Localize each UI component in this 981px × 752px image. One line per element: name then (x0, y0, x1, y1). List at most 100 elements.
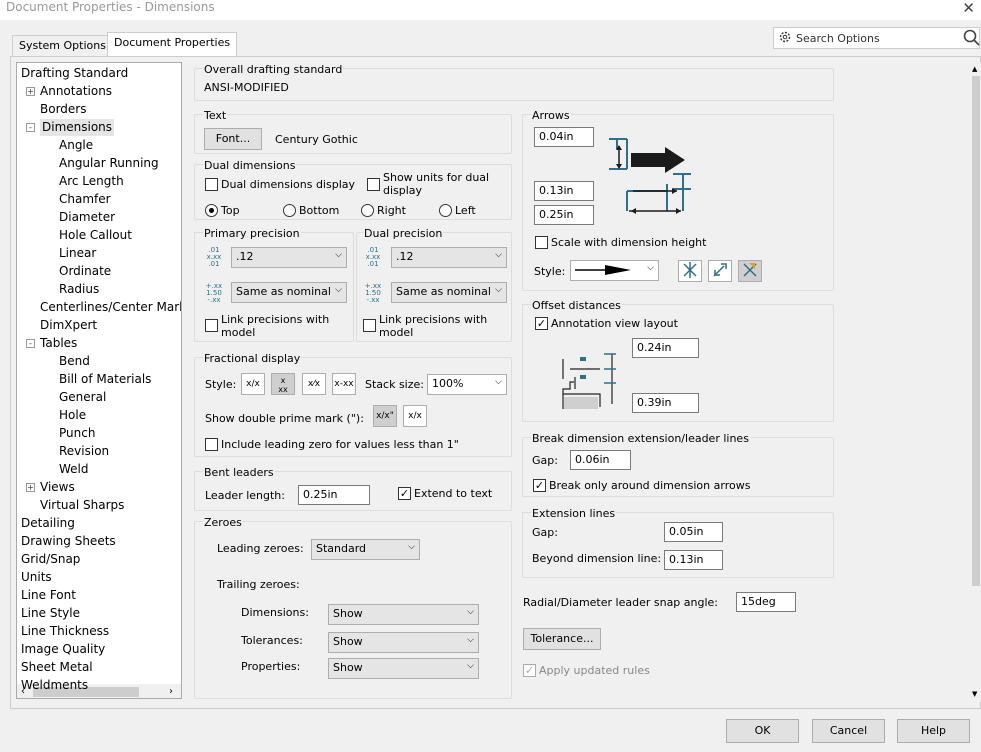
fraction-style-dash-icon[interactable]: x-xx (332, 373, 356, 395)
ok-button[interactable]: OK (726, 719, 799, 743)
cancel-button[interactable]: Cancel (812, 719, 885, 743)
tree-item[interactable]: Drafting Standard (21, 65, 128, 82)
annotation-view-layout-checkbox[interactable]: ✓ (535, 317, 548, 330)
stack-size-select[interactable]: 100% ⌵ (427, 374, 507, 395)
tree-item[interactable]: Radius (59, 281, 99, 298)
fraction-style-inline-icon[interactable]: x/x (241, 373, 265, 395)
arrows-smart-icon[interactable] (738, 260, 762, 282)
tree-item[interactable]: Ordinate (59, 263, 111, 280)
tree-item[interactable]: DimXpert (40, 317, 97, 334)
tree-item[interactable]: Line Style (21, 605, 80, 622)
break-only-arrows-checkbox[interactable]: ✓ (533, 479, 546, 492)
radio-top[interactable] (205, 204, 218, 217)
tolerance-button[interactable]: Tolerance... (523, 628, 601, 650)
beyond-dimension-line-input[interactable]: 0.13in (664, 550, 723, 570)
tree-item[interactable]: Line Thickness (21, 623, 109, 640)
main-scroll-thumb[interactable] (972, 76, 980, 586)
tree-item[interactable]: Drawing Sheets (21, 533, 116, 550)
apply-updated-rules-checkbox[interactable]: ✓ (523, 664, 536, 677)
tree-item[interactable]: Image Quality (21, 641, 105, 658)
tree-item[interactable]: Sheet Metal (21, 659, 93, 676)
tree-item[interactable]: Grid/Snap (21, 551, 80, 568)
tree-item[interactable]: Angular Running (59, 155, 159, 172)
close-icon[interactable]: ✕ (962, 0, 975, 17)
tree-item[interactable]: Hole Callout (59, 227, 132, 244)
ext-gap-input[interactable]: 0.05in (664, 522, 723, 542)
main-scroll-up-icon[interactable]: ▲ (972, 65, 977, 73)
arrow-style-select[interactable]: ⌵ (570, 260, 659, 281)
fraction-style-diagonal-icon[interactable]: x⁄x (302, 373, 326, 395)
tree-item[interactable]: Detailing (21, 515, 75, 532)
search-box[interactable]: Search Options (773, 27, 980, 49)
tree-item[interactable]: Weld (59, 461, 89, 478)
trailing-properties-select[interactable]: Show ⌵ (328, 658, 479, 679)
expand-icon[interactable]: + (26, 483, 35, 492)
leader-length-input[interactable]: 0.25in (298, 485, 370, 505)
tree-item[interactable]: Angle (59, 137, 93, 154)
leading-zeroes-select[interactable]: Standard ⌵ (311, 539, 420, 560)
extend-to-text-checkbox[interactable]: ✓ (398, 487, 411, 500)
tree-item[interactable]: Weldments (21, 677, 88, 694)
trailing-dimensions-select[interactable]: Show ⌵ (328, 604, 479, 625)
main-scroll-down-icon[interactable]: ▼ (972, 690, 977, 698)
show-units-checkbox[interactable] (367, 178, 380, 191)
dual-display-checkbox[interactable] (205, 178, 218, 191)
radial-snap-input[interactable]: 15deg (736, 592, 796, 612)
tree-item[interactable]: Linear (59, 245, 96, 262)
tree-item[interactable]: Virtual Sharps (40, 497, 124, 514)
radio-left[interactable] (439, 204, 452, 217)
font-button[interactable]: Font... (204, 128, 262, 150)
arrow-style-preview-icon (575, 265, 631, 275)
tree-item[interactable]: Line Font (21, 587, 76, 604)
tree-item[interactable]: General (59, 389, 106, 406)
collapse-icon[interactable]: - (26, 339, 35, 348)
tree-item[interactable]: Bill of Materials (59, 371, 151, 388)
arrow-length-input[interactable]: 0.25in (534, 205, 594, 225)
primary-link-checkbox[interactable] (205, 319, 218, 332)
tree-item[interactable]: Revision (59, 443, 109, 460)
offset-distance-1-input[interactable]: 0.24in (632, 338, 699, 358)
fraction-style-stacked-icon[interactable]: x xx (271, 373, 295, 395)
radio-right[interactable] (361, 204, 374, 217)
tree-item[interactable]: Diameter (59, 209, 115, 226)
tree-item[interactable]: Chamfer (59, 191, 111, 208)
tree-item[interactable]: Annotations (40, 83, 112, 100)
double-prime-off-icon[interactable]: x/x (403, 405, 427, 427)
expand-icon[interactable]: + (26, 87, 35, 96)
trailing-dimensions-value: Show (333, 607, 363, 620)
trailing-tolerances-select[interactable]: Show ⌵ (328, 632, 479, 653)
window-title: Document Properties - Dimensions (6, 0, 215, 14)
tree-item[interactable]: Tables (40, 335, 77, 352)
primary-precision-select[interactable]: .12 ⌵ (231, 247, 347, 268)
break-gap-input[interactable]: 0.06in (570, 450, 631, 470)
tree-item[interactable]: Centerlines/Center Marl (40, 299, 181, 316)
tree-item[interactable]: Bend (59, 353, 90, 370)
help-button[interactable]: Help (897, 719, 970, 743)
arrow-height-input[interactable]: 0.13in (534, 181, 594, 201)
tree-item[interactable]: Units (21, 569, 52, 586)
primary-tolerance-select[interactable]: Same as nominal ⌵ (231, 282, 347, 303)
tab-document-properties[interactable]: Document Properties (107, 32, 238, 56)
collapse-icon[interactable]: - (26, 123, 35, 132)
tab-system-options[interactable]: System Options (12, 35, 113, 56)
scale-with-height-checkbox[interactable] (535, 236, 548, 249)
radio-bottom[interactable] (283, 204, 296, 217)
offset-distance-2-input[interactable]: 0.39in (632, 393, 699, 413)
arrow-width-input[interactable]: 0.04in (534, 127, 594, 147)
dual-precision-select[interactable]: .12 ⌵ (391, 247, 507, 268)
tree-item[interactable]: Views (40, 479, 75, 496)
dual-tolerance-select[interactable]: Same as nominal ⌵ (391, 282, 507, 303)
leading-zero-checkbox[interactable] (205, 438, 218, 451)
tree-item[interactable]: Punch (59, 425, 95, 442)
arrows-outside-icon[interactable] (708, 260, 732, 282)
double-prime-on-icon[interactable]: x/x" (373, 405, 397, 427)
tree-item[interactable]: Arc Length (59, 173, 124, 190)
arrows-inside-icon[interactable] (678, 260, 702, 282)
tree-item[interactable]: Dimensions (40, 119, 115, 136)
dual-link-checkbox[interactable] (363, 319, 376, 332)
search-icon[interactable] (963, 29, 980, 49)
scroll-right-icon[interactable]: › (169, 686, 173, 697)
tree-item[interactable]: Borders (40, 101, 86, 118)
tree-item[interactable]: Hole (59, 407, 86, 424)
main-vertical-scrollbar[interactable]: ▲ ▼ (971, 62, 981, 702)
